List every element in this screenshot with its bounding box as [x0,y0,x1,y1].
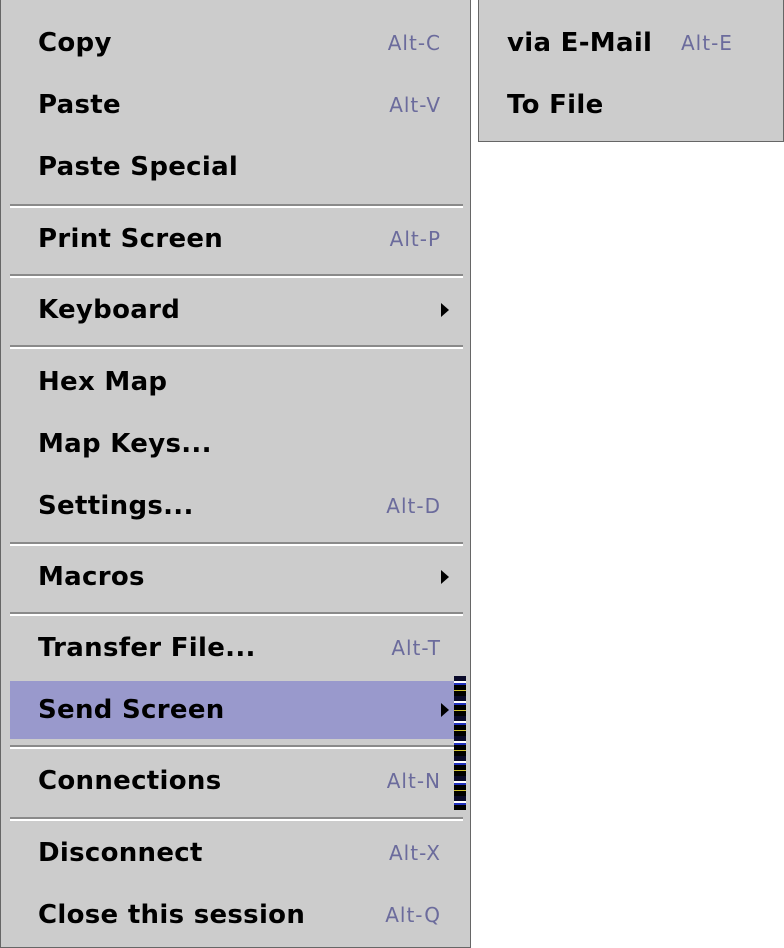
send-screen-submenu: via E-Mail Alt-E To File [478,0,784,142]
menu-item-send-screen[interactable]: Send Screen [10,681,463,739]
menu-item-label: Map Keys... [38,429,212,459]
menu-separator [10,345,463,349]
menu-item-to-file[interactable]: To File [485,76,779,134]
submenu-arrow-icon [441,570,449,584]
menu-item-label: Hex Map [38,367,168,397]
shortcut-label: Alt-D [386,494,441,518]
menu-item-keyboard[interactable]: Keyboard [10,281,463,339]
menu-item-via-email[interactable]: via E-Mail Alt-E [485,14,779,72]
menu-item-transfer-file[interactable]: Transfer File... Alt-T [10,619,463,677]
menu-item-label: Settings... [38,491,194,521]
menu-item-copy[interactable]: Copy Alt-C [10,14,463,72]
menu-item-macros[interactable]: Macros [10,548,463,606]
menu-item-label: Close this session [38,900,306,930]
menu-item-settings[interactable]: Settings... Alt-D [10,477,463,535]
menu-separator [10,542,463,546]
menu-separator [10,274,463,278]
shortcut-label: Alt-X [388,841,441,865]
shortcut-label: Alt-Q [385,903,441,927]
shortcut-label: Alt-P [389,227,441,251]
menu-item-label: To File [507,90,604,120]
submenu-arrow-icon [441,703,449,717]
menu-item-map-keys[interactable]: Map Keys... [10,415,463,473]
menu-item-close-session[interactable]: Close this session Alt-Q [10,886,463,944]
menu-separator [10,612,463,616]
submenu-arrow-icon [441,303,449,317]
menu-item-paste[interactable]: Paste Alt-V [10,76,463,134]
menu-item-label: Paste Special [38,152,239,182]
menu-separator [10,204,463,208]
menu-item-label: Print Screen [38,224,224,254]
render-artifact [454,676,466,810]
shortcut-label: Alt-E [681,31,733,55]
shortcut-label: Alt-C [387,31,441,55]
menu-item-label: Send Screen [38,695,225,725]
menu-item-disconnect[interactable]: Disconnect Alt-X [10,824,463,882]
menu-separator [10,745,463,749]
shortcut-label: Alt-N [386,769,441,793]
context-menu: Copy Alt-C Paste Alt-V Paste Special Pri… [0,0,471,948]
menu-item-hex-map[interactable]: Hex Map [10,353,463,411]
menu-item-connections[interactable]: Connections Alt-N [10,752,463,810]
menu-item-label: Paste [38,90,121,120]
menu-item-label: via E-Mail [507,28,653,58]
menu-item-label: Disconnect [38,838,203,868]
menu-item-label: Keyboard [38,295,181,325]
menu-item-label: Transfer File... [38,633,256,663]
menu-separator [10,817,463,821]
menu-item-paste-special[interactable]: Paste Special [10,138,463,196]
menu-item-label: Connections [38,766,222,796]
shortcut-label: Alt-T [391,636,441,660]
menu-item-label: Copy [38,28,112,58]
menu-item-print-screen[interactable]: Print Screen Alt-P [10,210,463,268]
menu-item-label: Macros [38,562,145,592]
shortcut-label: Alt-V [389,93,441,117]
